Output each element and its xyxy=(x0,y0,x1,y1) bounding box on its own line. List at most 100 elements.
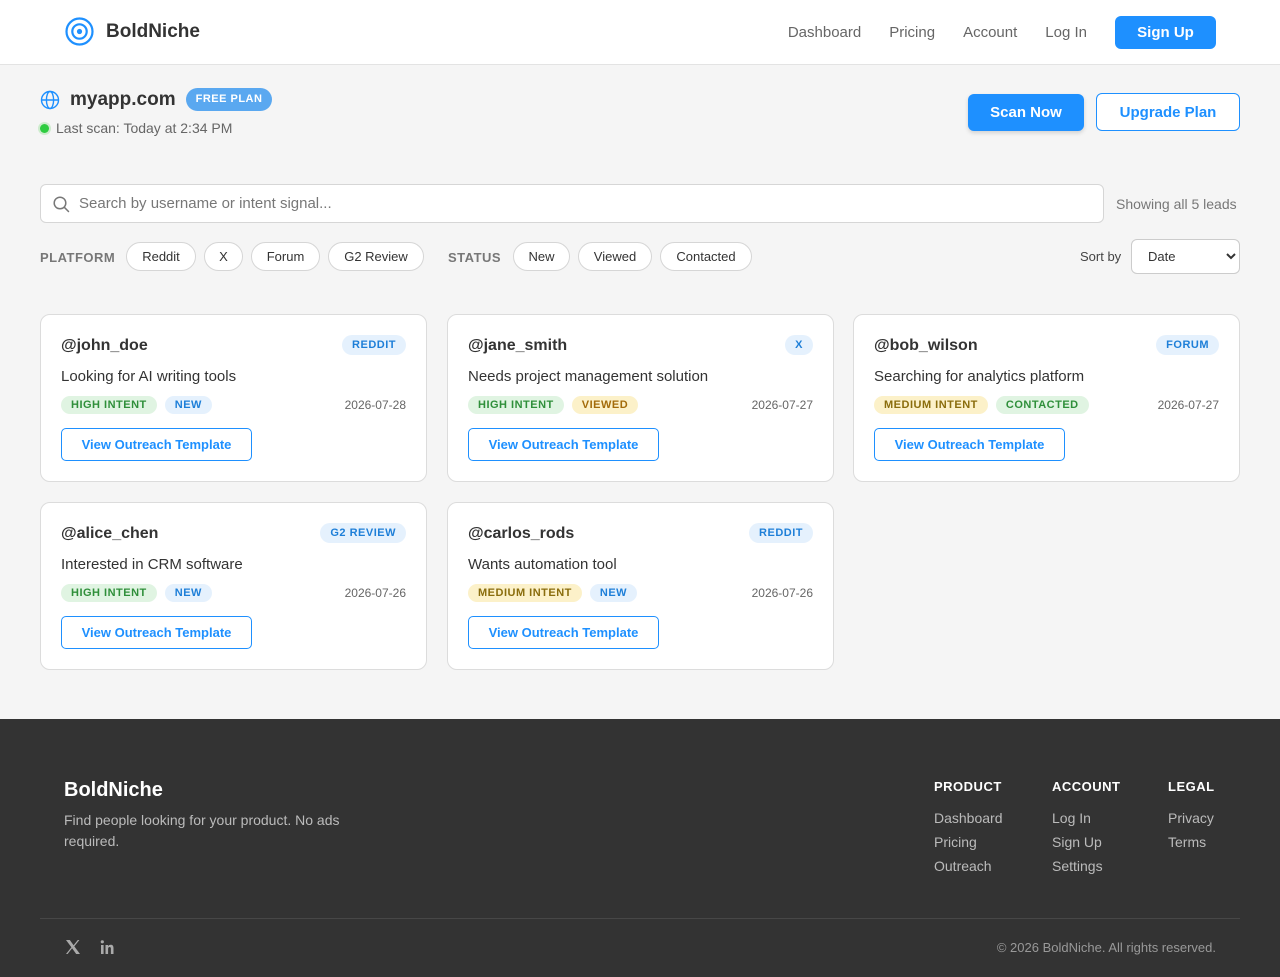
filter-chip-g2-review[interactable]: G2 Review xyxy=(328,242,424,271)
x-icon[interactable] xyxy=(65,939,81,955)
lead-date: 2026-07-26 xyxy=(344,586,406,600)
filter-chip-forum[interactable]: Forum xyxy=(251,242,320,271)
intent-badge: HIGH INTENT xyxy=(468,396,564,414)
intent-signal-text: Looking for AI writing tools xyxy=(61,368,237,385)
lead-tags: HIGH INTENT VIEWED xyxy=(468,396,646,414)
lead-tags: HIGH INTENT NEW xyxy=(61,584,220,602)
site-domain: myapp.com xyxy=(70,88,176,110)
lead-date: 2026-07-26 xyxy=(751,586,813,600)
footer-column-title: PRODUCT xyxy=(934,779,1002,794)
target-logo-icon xyxy=(65,17,94,46)
view-outreach-template-button[interactable]: View Outreach Template xyxy=(61,616,252,649)
sort-label: Sort by xyxy=(1080,249,1122,264)
nav-link-account[interactable]: Account xyxy=(963,16,1017,49)
search-icon xyxy=(53,196,70,213)
status-badge: VIEWED xyxy=(571,396,639,414)
status-badge: NEW xyxy=(164,584,212,602)
footer-tagline: Find people looking for your product. No… xyxy=(64,812,340,849)
lead-username: @bob_wilson xyxy=(874,337,978,354)
lead-date: 2026-07-28 xyxy=(344,398,406,412)
platform-badge: REDDIT xyxy=(749,523,813,543)
footer-link-settings[interactable]: Settings xyxy=(1052,854,1121,878)
lead-card: @carlos_rods REDDIT Wants automation too… xyxy=(447,502,834,670)
platform-badge: X xyxy=(785,335,813,355)
status-filter-label: STATUS xyxy=(448,250,502,265)
lead-card: @bob_wilson FORUM Searching for analytic… xyxy=(853,314,1240,482)
brand-name: BoldNiche xyxy=(106,20,200,42)
footer-brand: BoldNiche xyxy=(64,779,163,801)
intent-badge: HIGH INTENT xyxy=(61,584,157,602)
platform-filter-label: PLATFORM xyxy=(40,250,116,265)
lead-date: 2026-07-27 xyxy=(751,398,813,412)
lead-username: @john_doe xyxy=(61,337,148,354)
footer-column-legal: LEGAL Privacy Terms xyxy=(1168,779,1215,854)
intent-signal-text: Wants automation tool xyxy=(468,556,617,573)
lead-tags: MEDIUM INTENT CONTACTED xyxy=(874,396,1097,414)
view-outreach-template-button[interactable]: View Outreach Template xyxy=(468,428,659,461)
platform-badge: G2 REVIEW xyxy=(320,523,406,543)
lead-username: @alice_chen xyxy=(61,525,159,542)
footer-divider xyxy=(40,918,1240,919)
copyright-text: © 2026 BoldNiche. All rights reserved. xyxy=(996,940,1216,955)
nav-link-pricing[interactable]: Pricing xyxy=(889,16,935,49)
footer-link-login[interactable]: Log In xyxy=(1052,806,1121,830)
footer-column-product: PRODUCT Dashboard Pricing Outreach xyxy=(934,779,1003,878)
status-badge: CONTACTED xyxy=(995,396,1089,414)
platform-badge: REDDIT xyxy=(342,335,406,355)
nav-link-login[interactable]: Log In xyxy=(1045,16,1087,49)
search-input[interactable] xyxy=(79,185,1089,222)
plan-badge: FREE PLAN xyxy=(185,88,273,111)
site-footer: BoldNiche Find people looking for your p… xyxy=(0,719,1280,977)
footer-link-terms[interactable]: Terms xyxy=(1168,830,1215,854)
footer-link-privacy[interactable]: Privacy xyxy=(1168,806,1215,830)
linkedin-icon[interactable] xyxy=(100,939,114,955)
filter-chip-reddit[interactable]: Reddit xyxy=(126,242,196,271)
top-navbar: BoldNiche Dashboard Pricing Account Log … xyxy=(0,0,1280,65)
lead-tags: MEDIUM INTENT NEW xyxy=(468,584,645,602)
filter-chip-x[interactable]: X xyxy=(204,242,243,271)
status-dot-icon xyxy=(40,123,49,133)
filter-chip-viewed[interactable]: Viewed xyxy=(578,242,652,271)
brand-logo-link[interactable]: BoldNiche xyxy=(65,17,200,46)
upgrade-plan-button[interactable]: Upgrade Plan xyxy=(1096,93,1240,131)
filter-chip-contacted[interactable]: Contacted xyxy=(660,242,752,271)
intent-badge: MEDIUM INTENT xyxy=(468,584,582,602)
last-scan-text: Last scan: Today at 2:34 PM xyxy=(56,120,233,136)
view-outreach-template-button[interactable]: View Outreach Template xyxy=(874,428,1065,461)
filter-chip-new[interactable]: New xyxy=(513,242,570,271)
footer-link-outreach[interactable]: Outreach xyxy=(934,854,1003,878)
footer-link-signup[interactable]: Sign Up xyxy=(1052,830,1121,854)
site-header: myapp.com FREE PLAN xyxy=(40,88,273,111)
lead-date: 2026-07-27 xyxy=(1157,398,1219,412)
lead-card: @jane_smith X Needs project management s… xyxy=(447,314,834,482)
footer-column-title: LEGAL xyxy=(1168,779,1215,794)
scan-status: Last scan: Today at 2:34 PM xyxy=(40,120,232,136)
scan-now-button[interactable]: Scan Now xyxy=(968,94,1084,131)
footer-link-pricing[interactable]: Pricing xyxy=(934,830,1003,854)
intent-signal-text: Interested in CRM software xyxy=(61,556,243,573)
platform-badge: FORUM xyxy=(1156,335,1219,355)
lead-username: @jane_smith xyxy=(468,337,568,354)
footer-column-title: ACCOUNT xyxy=(1052,779,1121,794)
sort-select[interactable]: Date xyxy=(1131,239,1240,274)
nav-link-dashboard[interactable]: Dashboard xyxy=(788,16,861,49)
intent-signal-text: Searching for analytics platform xyxy=(874,368,1085,385)
status-badge: NEW xyxy=(164,396,212,414)
intent-badge: MEDIUM INTENT xyxy=(874,396,988,414)
intent-badge: HIGH INTENT xyxy=(61,396,157,414)
globe-icon xyxy=(40,90,60,109)
intent-signal-text: Needs project management solution xyxy=(468,368,709,385)
footer-column-account: ACCOUNT Log In Sign Up Settings xyxy=(1052,779,1121,878)
signup-button[interactable]: Sign Up xyxy=(1115,16,1216,49)
lead-card: @alice_chen G2 REVIEW Interested in CRM … xyxy=(40,502,427,670)
lead-tags: HIGH INTENT NEW xyxy=(61,396,220,414)
main-nav: Dashboard Pricing Account Log In Sign Up xyxy=(788,16,1216,49)
lead-count-text: Showing all 5 leads xyxy=(1116,196,1237,212)
status-badge: NEW xyxy=(589,584,638,602)
footer-link-dashboard[interactable]: Dashboard xyxy=(934,806,1003,830)
lead-card: @john_doe REDDIT Looking for AI writing … xyxy=(40,314,427,482)
view-outreach-template-button[interactable]: View Outreach Template xyxy=(61,428,252,461)
view-outreach-template-button[interactable]: View Outreach Template xyxy=(468,616,659,649)
search-box xyxy=(40,184,1104,223)
lead-username: @carlos_rods xyxy=(468,525,575,542)
